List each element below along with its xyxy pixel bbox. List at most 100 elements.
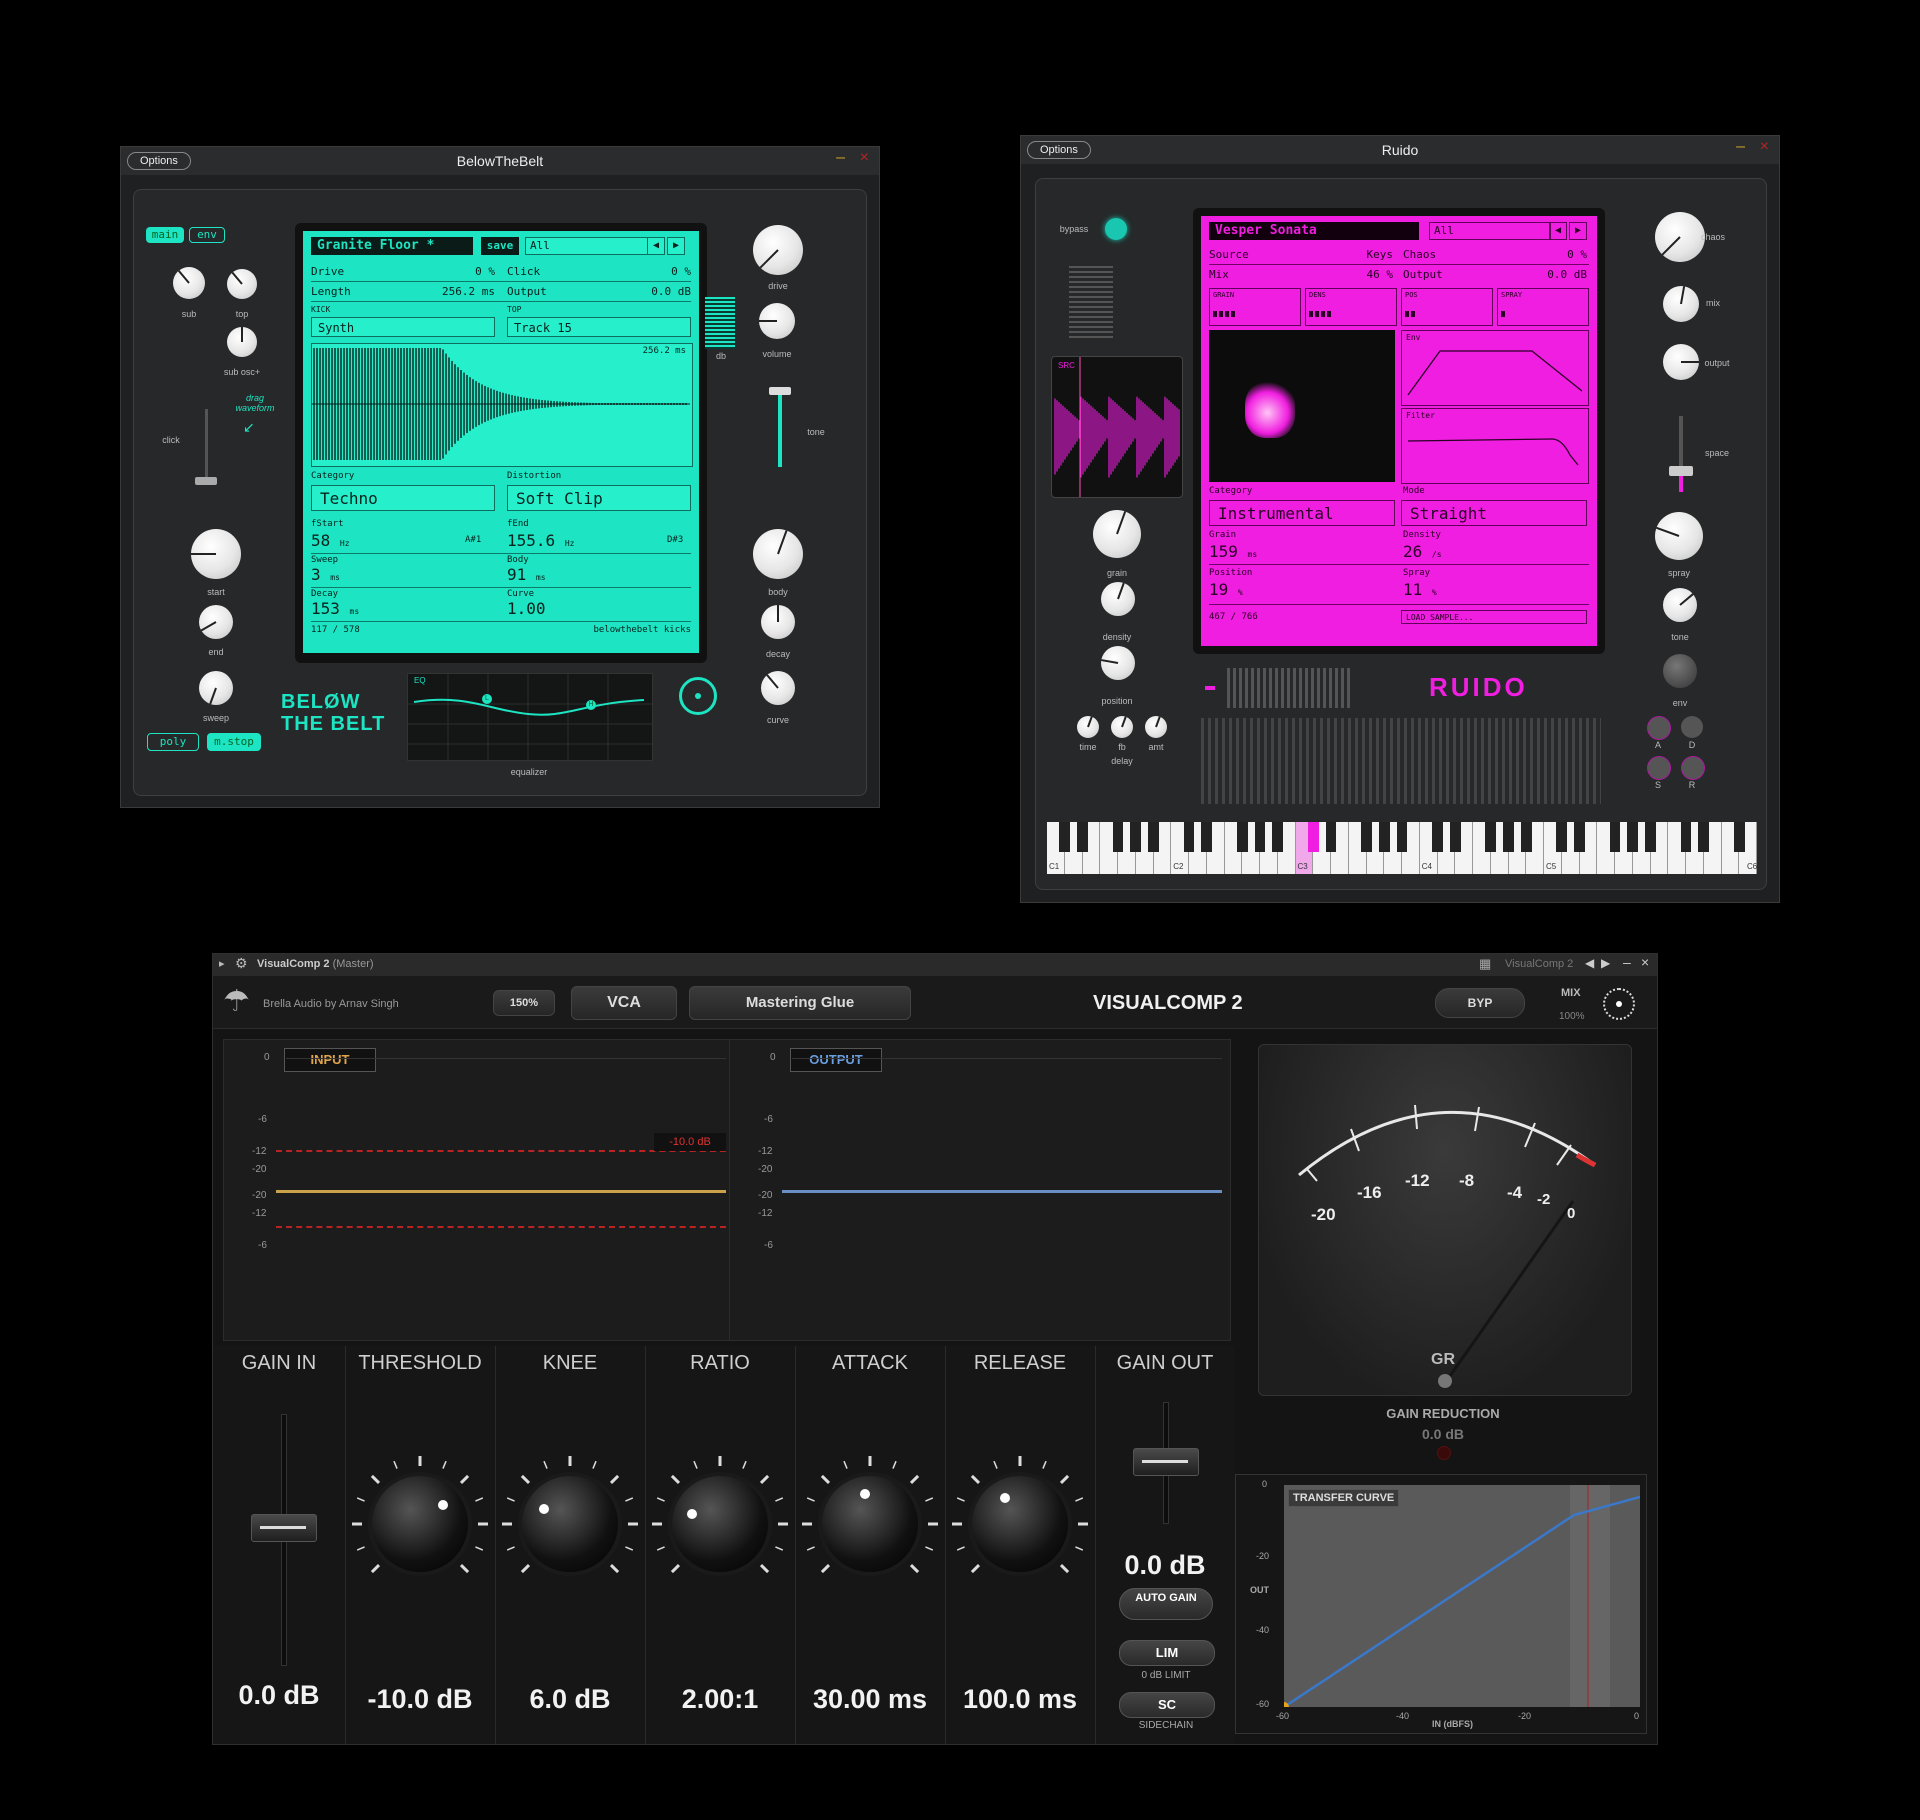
preset-name[interactable]: Granite Floor * [311,237,473,255]
release-value[interactable]: 100.0 ms [945,1684,1095,1715]
black-key[interactable] [1485,822,1497,852]
attack-knob[interactable] [1647,716,1671,740]
release-knob[interactable] [1681,756,1705,780]
tab-env[interactable]: env [189,227,225,243]
bypass-toggle[interactable] [1105,218,1127,240]
mode-button[interactable]: VCA [571,986,677,1020]
threshold-line-bottom[interactable] [276,1226,726,1228]
black-key[interactable] [1449,822,1461,852]
host-plugin-select[interactable]: VisualComp 2 [1505,958,1573,970]
gain-in-fader-handle[interactable] [251,1514,317,1542]
black-key[interactable] [1574,822,1585,852]
minimize-button[interactable]: – [1736,138,1745,156]
sub-osc-knob[interactable] [227,327,257,357]
equalizer-display[interactable]: EQ L H [407,673,653,761]
position-value[interactable]: 19 % [1209,580,1243,599]
attack-knob[interactable] [822,1476,918,1572]
black-key[interactable] [1378,822,1390,852]
black-key[interactable] [1733,822,1745,852]
prev-arrow-icon[interactable]: ◀ [1585,956,1594,970]
sweep-knob[interactable] [199,671,233,705]
fb-knob[interactable] [1111,716,1133,738]
category-select[interactable]: Instrumental [1209,500,1395,526]
black-key[interactable] [1183,822,1195,852]
click-slider-handle[interactable] [195,477,217,485]
tone-knob[interactable] [1663,588,1697,622]
knee-knob[interactable] [522,1476,618,1572]
env-display[interactable]: Env [1401,330,1589,406]
black-key[interactable] [1503,822,1514,852]
black-key[interactable] [1680,822,1692,852]
black-key[interactable] [1361,822,1372,852]
fstart-value[interactable]: 58 Hz [311,531,350,550]
fend-value[interactable]: 155.6 Hz [507,531,574,550]
black-key[interactable] [1698,822,1710,852]
time-knob[interactable] [1077,716,1099,738]
grain-knob[interactable] [1093,510,1141,558]
grain-value[interactable]: 159 ms [1209,542,1257,561]
sub-knob[interactable] [173,267,205,299]
grid-icon[interactable]: ▦ [1479,956,1491,972]
ratio-knob[interactable] [672,1476,768,1572]
zoom-button[interactable]: 150% [493,990,555,1016]
minimize-button[interactable]: – [836,149,845,167]
mix-knob[interactable] [1603,988,1635,1020]
tone-slider-handle[interactable] [769,387,791,395]
filter-display[interactable]: Filter [1401,408,1589,484]
transfer-curve-panel[interactable]: TRANSFER CURVE 0 -20 OUT -40 -60 -60 -40… [1235,1474,1647,1734]
eq-target-icon[interactable] [679,677,717,715]
distortion-select[interactable]: Soft Clip [507,485,691,511]
kick-select[interactable]: Synth [311,317,495,337]
next-arrow-icon[interactable]: ▶ [1601,956,1610,970]
gain-out-fader-handle[interactable] [1133,1448,1199,1476]
mode-select[interactable]: Straight [1401,500,1587,526]
load-sample-button[interactable]: LOAD SAMPLE... [1401,610,1587,624]
close-button[interactable]: × [1760,138,1769,156]
body-value[interactable]: 91 ms [507,565,546,584]
density-value[interactable]: 26 /s [1403,542,1442,561]
sidechain-button[interactable]: SC [1119,1692,1215,1718]
sweep-value[interactable]: 3 ms [311,565,340,584]
output-knob[interactable] [1663,344,1699,380]
prev-preset-button[interactable]: ◀ [647,237,665,255]
black-key[interactable] [1148,822,1159,852]
spray-value[interactable]: 11 % [1403,580,1437,599]
top-knob[interactable] [227,269,257,299]
preset-selector[interactable]: Mastering Glue [689,986,911,1020]
click-slider-track[interactable] [205,409,208,481]
source-display[interactable]: SRC [1051,356,1183,498]
category-select[interactable]: Techno [311,485,495,511]
threshold-value[interactable]: -10.0 dB [345,1684,495,1715]
end-knob[interactable] [199,605,233,639]
black-key[interactable] [1520,822,1532,852]
threshold-knob[interactable] [372,1476,468,1572]
drive-knob[interactable] [753,225,803,275]
eq-node-h[interactable]: H [586,700,596,710]
gear-icon[interactable]: ⚙ [235,955,248,972]
minimize-icon[interactable]: – [1623,954,1631,970]
next-preset-button[interactable]: ▶ [1569,222,1587,240]
grain-cloud-display[interactable] [1209,330,1395,482]
piano-keyboard[interactable]: C1 C2 C3 C4 C5 C6 [1047,822,1757,874]
black-key[interactable] [1609,822,1621,852]
space-slider-handle[interactable] [1669,466,1693,476]
preset-name[interactable]: Vesper Sonata [1209,222,1419,240]
black-key[interactable] [1059,822,1071,852]
spray-knob[interactable] [1655,512,1703,560]
decay-value[interactable]: 153 ms [311,599,359,618]
black-key[interactable] [1645,822,1656,852]
black-key[interactable] [1627,822,1639,852]
gain-in-value[interactable]: 0.0 dB [213,1680,345,1711]
lim-button[interactable]: LIM [1119,1640,1215,1666]
black-key[interactable] [1112,822,1124,852]
next-preset-button[interactable]: ▶ [667,237,685,255]
eq-node-l[interactable]: L [482,694,492,704]
close-button[interactable]: × [860,149,869,167]
density-knob[interactable] [1101,582,1135,616]
body-knob[interactable] [753,529,803,579]
attack-value[interactable]: 30.00 ms [795,1684,945,1715]
black-key[interactable] [1556,822,1568,852]
category-filter[interactable]: All [525,237,649,255]
gain-out-value[interactable]: 0.0 dB [1095,1550,1235,1581]
prev-preset-button[interactable]: ◀ [1549,222,1567,240]
